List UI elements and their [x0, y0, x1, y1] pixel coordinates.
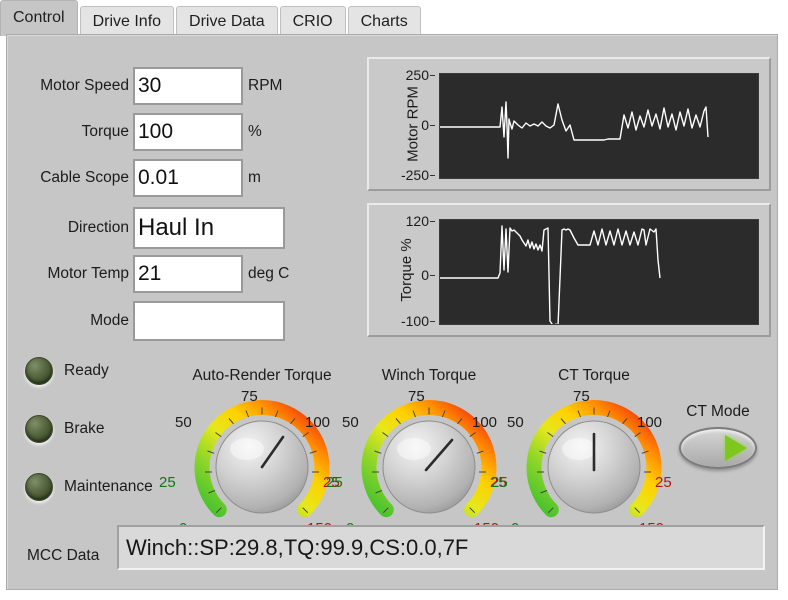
ytick: 0	[421, 267, 435, 283]
motor-speed-unit: RPM	[248, 77, 283, 94]
gauge-tick-label-75: 75	[573, 388, 590, 405]
ytick: 120	[405, 213, 436, 229]
gauge-tick-label-50: 50	[175, 414, 192, 431]
gauge-knob-highlight	[397, 438, 431, 460]
gauge-auto-render-torque[interactable]: Auto-Render Torque 25 50 75 100 25	[159, 367, 340, 542]
torque-percent-trace	[440, 225, 661, 324]
gauge-tick-label-25: 25	[159, 474, 176, 491]
gauge-ct-torque[interactable]: CT Torque 25 50 75 100 25	[491, 367, 672, 542]
direction-label: Direction	[67, 219, 129, 236]
gauge-tick-label-75: 75	[241, 388, 258, 405]
ct-mode-control: CT Mode	[679, 403, 757, 469]
ct-torque-title: CT Torque	[558, 367, 630, 384]
maintenance-led	[25, 473, 53, 501]
field-motor-temp: Motor Temp 21 deg C	[23, 255, 323, 293]
torque-label: Torque	[81, 123, 129, 140]
cable-scope-input[interactable]: 0.01	[133, 159, 243, 197]
tab-charts[interactable]: Charts	[347, 6, 421, 36]
mode-label: Mode	[90, 312, 129, 329]
gauge-tick-label-75: 75	[408, 388, 425, 405]
field-torque: Torque 100 %	[23, 113, 323, 151]
motor-temp-unit: deg C	[248, 265, 290, 282]
tab-crio[interactable]: CRIO	[279, 6, 346, 36]
mode-input[interactable]	[133, 301, 285, 341]
auto-render-torque-title: Auto-Render Torque	[192, 367, 332, 384]
ready-led-label: Ready	[64, 362, 109, 379]
maintenance-led-label: Maintenance	[64, 478, 153, 495]
ct-mode-label: CT Mode	[686, 403, 750, 420]
gauge-winch-torque[interactable]: Winch Torque 25 50 75 100 25	[326, 367, 507, 542]
torque-unit: %	[248, 123, 262, 140]
ct-mode-toggle[interactable]	[679, 427, 757, 469]
motor-temp-label: Motor Temp	[47, 265, 129, 282]
gauge-tick-label-125: 25	[655, 474, 672, 491]
ct-mode-on-indicator-icon	[725, 435, 747, 461]
motor-speed-label: Motor Speed	[40, 77, 129, 94]
gauge-tick-label-50: 50	[507, 414, 524, 431]
control-tab-panel: Motor Speed 30 RPM Torque 100 % Cable Sc…	[6, 34, 778, 590]
ytick: -100	[400, 313, 436, 329]
gauge-tick-label-25: 25	[326, 474, 343, 491]
motor-rpm-ytick-labels: 250 0 -250	[383, 67, 436, 183]
ytick: 0	[421, 117, 435, 133]
tab-drive-data[interactable]: Drive Data	[176, 6, 278, 36]
torque-percent-ytick-labels: 120 0 -100	[383, 213, 436, 329]
cable-scope-unit: m	[248, 169, 261, 186]
gauge-tick-label-100: 100	[637, 414, 663, 431]
torque-input[interactable]: 100	[133, 113, 243, 151]
cable-scope-label: Cable Scope	[40, 169, 129, 186]
led-row-maintenance: Maintenance	[25, 473, 153, 501]
mcc-data-label: MCC Data	[27, 547, 100, 564]
led-row-brake: Brake	[25, 415, 105, 443]
brake-led	[25, 415, 53, 443]
field-direction: Direction Haul In	[23, 207, 323, 249]
field-mode: Mode	[23, 301, 323, 341]
gauge-tick-label-100: 100	[305, 414, 331, 431]
brake-led-label: Brake	[64, 420, 105, 437]
field-cable-scope: Cable Scope 0.01 m	[23, 159, 323, 197]
gauge-knob-highlight	[562, 438, 596, 460]
ytick: 250	[405, 67, 436, 83]
ready-led	[25, 357, 53, 385]
tab-drive-info[interactable]: Drive Info	[79, 6, 175, 36]
control-panel-window: Control Drive Info Drive Data CRIO Chart…	[0, 0, 788, 600]
gauge-knob-highlight	[230, 438, 264, 460]
gauge-tick-label-50: 50	[342, 414, 359, 431]
motor-rpm-trace	[440, 101, 709, 159]
torque-percent-chart: Torque % 120 0 -100	[367, 203, 771, 337]
tab-bar: Control Drive Info Drive Data CRIO Chart…	[0, 0, 788, 36]
led-row-ready: Ready	[25, 357, 109, 385]
motor-temp-input[interactable]: 21	[133, 255, 243, 293]
motor-rpm-chart: Motor RPM 250 0 -250	[367, 57, 771, 191]
mcc-data-value[interactable]: Winch::SP:29.8,TQ:99.9,CS:0.0,7F	[117, 525, 765, 570]
direction-input[interactable]: Haul In	[133, 207, 285, 249]
torque-percent-plot-area	[439, 219, 759, 325]
field-motor-speed: Motor Speed 30 RPM	[23, 67, 323, 105]
motor-rpm-plot-area	[439, 73, 759, 179]
gauge-tick-label-100: 100	[472, 414, 498, 431]
motor-speed-input[interactable]: 30	[133, 67, 243, 105]
ytick: -250	[400, 167, 436, 183]
tab-control[interactable]: Control	[0, 0, 78, 36]
gauge-tick-label-25: 25	[491, 474, 508, 491]
